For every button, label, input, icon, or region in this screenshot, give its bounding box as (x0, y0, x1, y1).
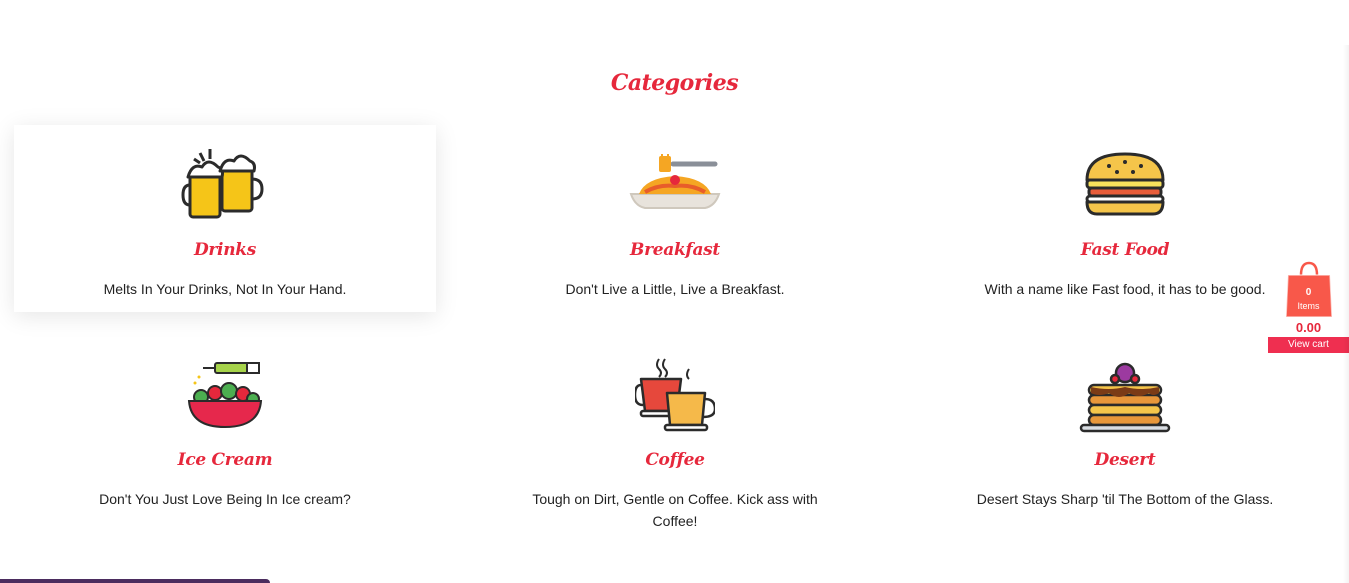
category-description: Don't You Just Love Being In Ice cream? (99, 491, 351, 507)
mini-cart[interactable]: 0 Items 0.00 View cart (1268, 259, 1349, 353)
category-name[interactable]: Breakfast (464, 240, 886, 260)
category-card-coffee[interactable]: Coffee Tough on Dirt, Gentle on Coffee. … (464, 350, 886, 530)
category-description: With a name like Fast food, it has to be… (984, 281, 1266, 297)
category-name[interactable]: Fast Food (914, 240, 1336, 260)
category-description: Don't Live a Little, Live a Breakfast. (565, 281, 785, 297)
cart-total: 0.00 (1295, 320, 1322, 335)
pasta-plate-icon (464, 140, 886, 230)
category-name[interactable]: Drinks (14, 240, 436, 260)
category-card-breakfast[interactable]: Breakfast Don't Live a Little, Live a Br… (464, 125, 886, 312)
scroll-shadow (1343, 45, 1349, 583)
category-name[interactable]: Ice Cream (14, 450, 436, 470)
category-card-ice-cream[interactable]: Ice Cream Don't You Just Love Being In I… (14, 350, 436, 510)
view-cart-button[interactable]: View cart (1268, 337, 1349, 353)
category-card-drinks[interactable]: Drinks Melts In Your Drinks, Not In Your… (14, 125, 436, 312)
category-name[interactable]: Desert (914, 450, 1336, 470)
category-description: Desert Stays Sharp 'til The Bottom of th… (976, 491, 1274, 507)
category-name[interactable]: Coffee (464, 450, 886, 470)
category-description: Melts In Your Drinks, Not In Your Hand. (103, 281, 347, 297)
pancakes-icon (914, 350, 1336, 440)
burger-icon (914, 140, 1336, 230)
shopping-bag-icon[interactable]: 0 Items (1284, 259, 1334, 319)
beer-mugs-icon (14, 140, 436, 230)
category-card-desert[interactable]: Desert Desert Stays Sharp 'til The Botto… (914, 350, 1336, 510)
coffee-cups-icon (464, 350, 886, 440)
bottom-bar (0, 579, 270, 583)
page: Categories Drinks Melts In Your Drinks, … (0, 0, 1349, 583)
section-title: Categories (610, 70, 739, 96)
cart-item-count: 0 (1305, 287, 1312, 298)
salad-bowl-icon (14, 350, 436, 440)
cart-items-label: Items (1297, 301, 1320, 311)
category-description: Tough on Dirt, Gentle on Coffee. Kick as… (532, 491, 818, 529)
